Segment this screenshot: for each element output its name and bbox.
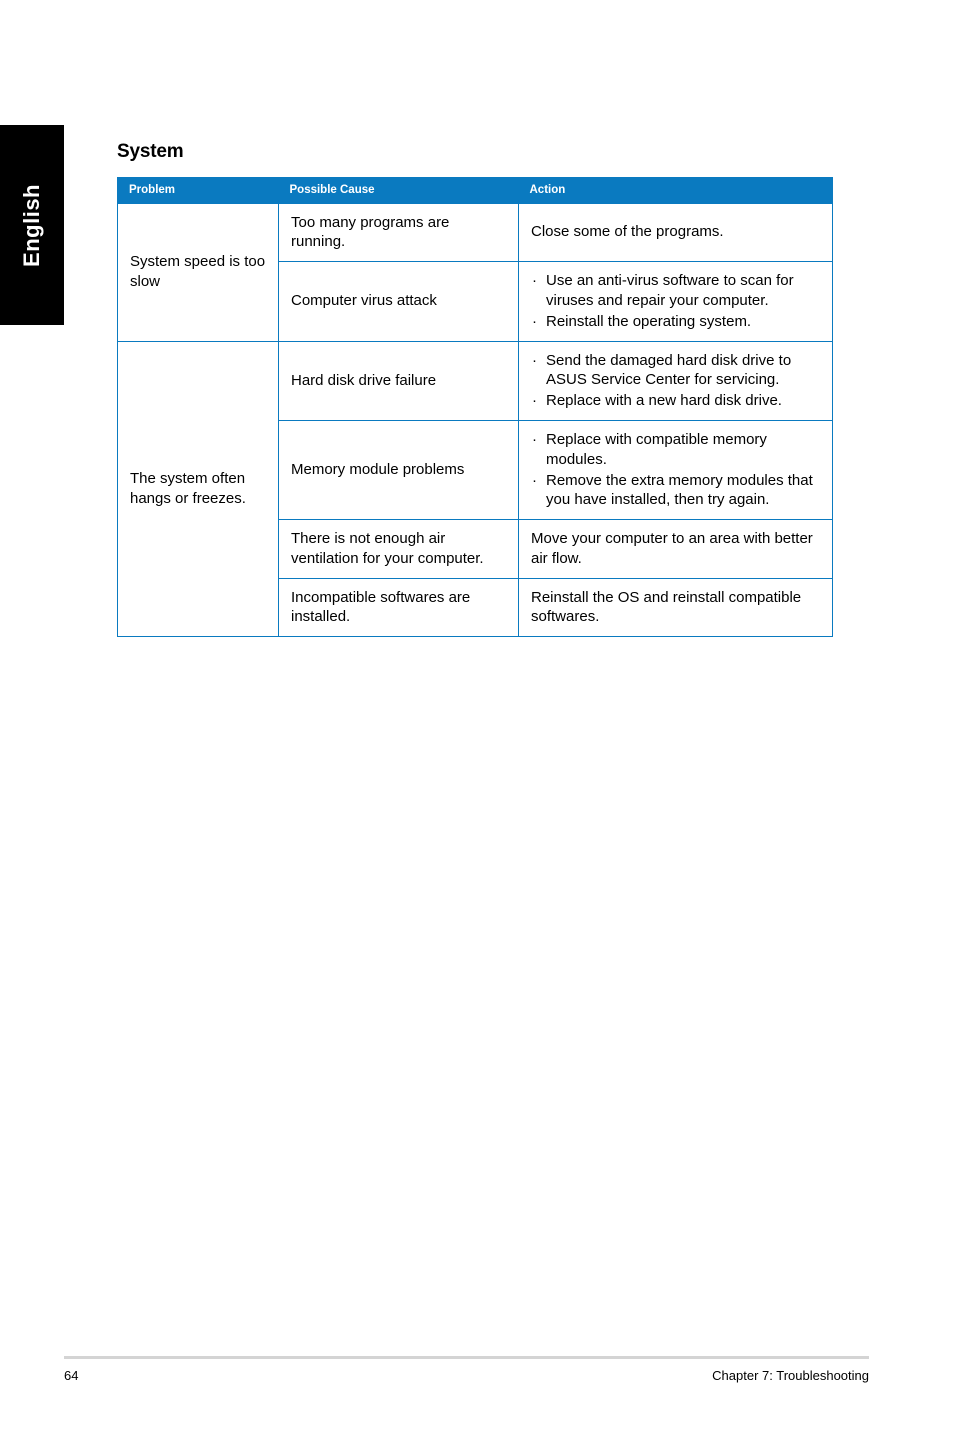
section-title: System bbox=[117, 141, 184, 162]
table-row: System speed is too slow Too many program… bbox=[117, 202, 833, 342]
action-bullet-item: · Remove the extra memory modules that yo… bbox=[531, 471, 821, 511]
footer-page-number: 64 bbox=[64, 1368, 79, 1383]
cell-action: Reinstall the OS and reinstall compatibl… bbox=[518, 577, 833, 638]
cell-possible-cause: Too many programs are running. bbox=[278, 202, 519, 263]
action-text: Reinstall the OS and reinstall compatibl… bbox=[531, 588, 802, 626]
cell-possible-cause: Memory module problems bbox=[278, 419, 519, 521]
cell-problem: System speed is too slow bbox=[117, 202, 279, 342]
bullet-dot-icon: · bbox=[532, 430, 537, 448]
action-text: Close some of the programs. bbox=[531, 223, 724, 241]
cell-action: Close some of the programs. bbox=[518, 202, 833, 263]
bullet-dot-icon: · bbox=[532, 351, 537, 369]
action-bullet-item: · Replace with a new hard disk drive. bbox=[531, 391, 821, 411]
action-bullet-text: Use an anti-virus software to scan for v… bbox=[546, 272, 794, 309]
cell-possible-cause: There is not enough air ventilation for … bbox=[278, 519, 519, 579]
action-bullet-item: · Send the damaged hard disk drive to ASU… bbox=[531, 351, 821, 391]
column-header-possible-cause: Possible Cause bbox=[278, 177, 519, 204]
footer-divider bbox=[64, 1356, 869, 1359]
action-bullet-list: · Use an anti-virus software to scan for … bbox=[531, 271, 821, 331]
page-footer: 64 Chapter 7: Troubleshooting bbox=[64, 1368, 869, 1383]
cell-problem: The system often hangs or freezes. bbox=[117, 340, 279, 638]
footer-chapter-label: Chapter 7: Troubleshooting bbox=[712, 1368, 869, 1383]
table-row: The system often hangs or freezes. Hard d… bbox=[117, 340, 833, 638]
language-tab-english: English bbox=[0, 125, 64, 325]
action-bullet-item: · Replace with compatible memory modules. bbox=[531, 430, 821, 470]
column-header-problem: Problem bbox=[117, 177, 279, 204]
bullet-dot-icon: · bbox=[532, 312, 537, 330]
table-header: Problem Possible Cause Action bbox=[117, 177, 833, 204]
page-content: System Problem Possible Cause Action Sys… bbox=[117, 141, 833, 638]
action-bullet-text: Remove the extra memory modules that you… bbox=[546, 471, 813, 509]
action-bullet-item: · Reinstall the operating system. bbox=[531, 312, 821, 332]
cell-action: · Replace with compatible memory modules.… bbox=[518, 419, 833, 521]
cell-possible-cause: Hard disk drive failure bbox=[278, 340, 519, 421]
language-tab-label: English bbox=[19, 183, 44, 267]
bullet-dot-icon: · bbox=[532, 272, 537, 290]
action-bullet-text: Replace with a new hard disk drive. bbox=[546, 392, 782, 410]
action-text: Move your computer to an area with bette… bbox=[531, 530, 813, 567]
column-header-action: Action bbox=[518, 177, 833, 204]
bullet-dot-icon: · bbox=[532, 471, 537, 489]
action-bullet-item: · Use an anti-virus software to scan for … bbox=[531, 271, 821, 311]
action-bullet-list: · Send the damaged hard disk drive to ASU… bbox=[531, 351, 821, 411]
table-header-row: Problem Possible Cause Action bbox=[117, 177, 833, 204]
action-bullet-text: Reinstall the operating system. bbox=[546, 312, 752, 330]
cell-action: Move your computer to an area with bette… bbox=[518, 519, 833, 579]
troubleshooting-table: Problem Possible Cause Action System spe… bbox=[117, 176, 833, 638]
table-body: System speed is too slow Too many program… bbox=[117, 202, 833, 638]
action-bullet-text: Send the damaged hard disk drive to ASUS… bbox=[546, 351, 792, 389]
cell-possible-cause: Computer virus attack bbox=[278, 261, 519, 342]
cell-action: · Use an anti-virus software to scan for … bbox=[518, 261, 833, 342]
action-bullet-list: · Replace with compatible memory modules.… bbox=[531, 430, 821, 510]
action-bullet-text: Replace with compatible memory modules. bbox=[546, 430, 767, 468]
cell-action: · Send the damaged hard disk drive to ASU… bbox=[518, 340, 833, 421]
bullet-dot-icon: · bbox=[532, 392, 537, 410]
cell-possible-cause: Incompatible softwares are installed. bbox=[278, 577, 519, 638]
